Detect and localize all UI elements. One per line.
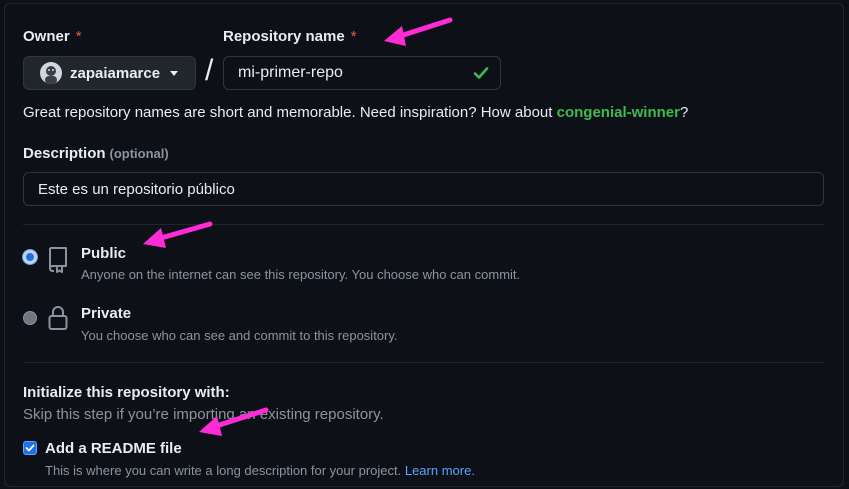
repo-name-input[interactable]: mi-primer-repo [223,56,501,90]
initialize-title: Initialize this repository with: [23,384,230,401]
private-radio[interactable] [23,311,37,325]
private-description: You choose who can see and commit to thi… [81,328,398,343]
divider [23,362,824,363]
optional-tag: (optional) [109,146,169,161]
repo-name-hint: Great repository names are short and mem… [23,104,689,121]
chevron-down-icon [170,70,179,76]
public-title: Public [81,245,127,262]
description-value: Este es un repositorio público [38,180,235,198]
public-description: Anyone on the internet can see this repo… [81,267,521,282]
repo-name-value: mi-primer-repo [238,64,343,81]
required-mark: * [75,28,82,45]
readme-description: This is where you can write a long descr… [45,463,475,478]
readme-label[interactable]: Add a README file [45,440,182,457]
avatar [40,62,62,84]
repo-name-label: Repository name * [223,28,357,45]
required-mark: * [350,28,357,45]
description-input[interactable]: Este es un repositorio público [23,172,824,206]
owner-repo-separator: / [205,54,214,87]
readme-checkbox[interactable] [23,441,37,455]
check-icon [25,444,35,452]
check-icon [473,67,489,79]
private-title: Private [81,305,132,322]
description-label: Description (optional) [23,145,169,162]
lock-icon [48,306,68,330]
annotation-arrow-icon [199,407,269,436]
owner-label: Owner * [23,28,82,45]
repo-icon [49,247,67,273]
owner-name: zapaiamarce [70,64,161,82]
owner-dropdown[interactable]: zapaiamarce [23,56,196,90]
annotation-arrow-icon [384,17,453,46]
annotation-arrow-icon [143,221,213,248]
name-suggestion[interactable]: congenial-winner [557,104,680,121]
public-radio[interactable] [23,250,37,264]
learn-more-link[interactable]: Learn more. [405,463,475,478]
